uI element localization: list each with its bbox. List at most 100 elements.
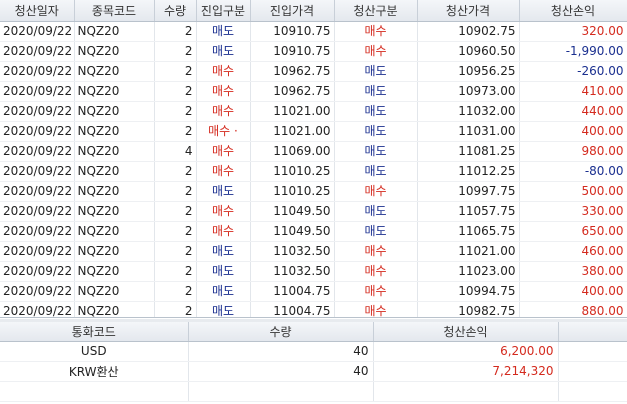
col-header-entry-price[interactable]: 진입가격 [250, 0, 335, 22]
close-date-cell: 2020/09/22 [0, 181, 75, 202]
entry-price-cell: 10910.75 [250, 41, 335, 62]
summary-quantity: 40 [188, 341, 374, 362]
entry-side-cell: 매수 [196, 161, 251, 182]
symbol-cell: NQZ20 [74, 121, 155, 142]
table-row[interactable]: 2020/09/22 NQZ20 2 매도 10910.75 매수 10902.75 320.… [0, 21, 627, 42]
summary-row[interactable]: KRW환산 40 7,214,320 [0, 361, 627, 382]
trade-history-table: 청산일자 종목코드 수량 진입구분 진입가격 청산구분 청산가격 청산손익 20… [0, 0, 627, 317]
entry-price-cell: 11010.25 [250, 161, 335, 182]
col-header-close-date[interactable]: 청산일자 [0, 0, 75, 22]
exit-side-cell: 매도 [334, 161, 418, 182]
pnl-cell: 410.00 [519, 81, 627, 102]
entry-price-cell: 11049.50 [250, 201, 335, 222]
exit-price-cell: 11021.00 [417, 241, 520, 262]
exit-price-cell: 10956.25 [417, 61, 520, 82]
table-row[interactable]: 2020/09/22 NQZ20 2 매수 11021.00 매도 11032.00 440.… [0, 101, 627, 122]
exit-price-cell: 11012.25 [417, 161, 520, 182]
pnl-cell: 380.00 [519, 261, 627, 282]
exit-side-cell: 매수 [334, 301, 418, 317]
exit-side-cell: 매도 [334, 81, 418, 102]
table-row[interactable]: 2020/09/22 NQZ20 2 매도 10910.75 매수 10960.50 -1,9… [0, 41, 627, 62]
pnl-cell: -260.00 [519, 61, 627, 82]
table-row[interactable]: 2020/09/22 NQZ20 2 매수 · 11021.00 매도 11031.00 40… [0, 121, 627, 142]
summary-row-empty [0, 381, 627, 402]
table-row[interactable]: 2020/09/22 NQZ20 4 매수 11069.00 매도 11081.25 980.… [0, 141, 627, 162]
quantity-cell: 2 [154, 41, 197, 62]
table-row[interactable]: 2020/09/22 NQZ20 2 매수 11010.25 매도 11012.25 -80.… [0, 161, 627, 182]
entry-side-cell: 매수 [196, 101, 251, 122]
symbol-cell: NQZ20 [74, 41, 155, 62]
symbol-cell: NQZ20 [74, 61, 155, 82]
col-header-exit-price[interactable]: 청산가격 [417, 0, 520, 22]
symbol-cell: NQZ20 [74, 21, 155, 42]
entry-side-cell: 매수 [196, 81, 251, 102]
pnl-cell: 460.00 [519, 241, 627, 262]
entry-price-cell: 11010.25 [250, 181, 335, 202]
col-header-symbol[interactable]: 종목코드 [74, 0, 155, 22]
close-date-cell: 2020/09/22 [0, 241, 75, 262]
table-row[interactable]: 2020/09/22 NQZ20 2 매수 11049.50 매도 11065.75 650.… [0, 221, 627, 242]
close-date-cell: 2020/09/22 [0, 101, 75, 122]
quantity-cell: 4 [154, 141, 197, 162]
close-date-cell: 2020/09/22 [0, 21, 75, 42]
entry-price-cell: 11021.00 [250, 121, 335, 142]
exit-side-cell: 매도 [334, 121, 418, 142]
entry-side-cell: 매수 [196, 141, 251, 162]
exit-price-cell: 11032.00 [417, 101, 520, 122]
table-row[interactable]: 2020/09/22 NQZ20 2 매수 10962.75 매도 10956.25 -260… [0, 61, 627, 82]
summary-spacer [558, 361, 627, 382]
sum-header-currency[interactable]: 통화코드 [0, 322, 189, 342]
exit-price-cell: 10960.50 [417, 41, 520, 62]
exit-price-cell: 11057.75 [417, 201, 520, 222]
entry-price-cell: 11032.50 [250, 241, 335, 262]
sum-header-quantity[interactable]: 수량 [188, 322, 374, 342]
exit-side-cell: 매도 [334, 221, 418, 242]
quantity-cell: 2 [154, 161, 197, 182]
col-header-exit-side[interactable]: 청산구분 [334, 0, 418, 22]
summary-pnl: 7,214,320 [373, 361, 559, 382]
exit-side-cell: 매수 [334, 181, 418, 202]
pnl-cell: 400.00 [519, 121, 627, 142]
entry-side-cell: 매수 · [196, 121, 251, 142]
summary-row[interactable]: USD 40 6,200.00 [0, 341, 627, 362]
col-header-entry-side[interactable]: 진입구분 [196, 0, 251, 22]
quantity-cell: 2 [154, 201, 197, 222]
exit-side-cell: 매도 [334, 61, 418, 82]
table-row[interactable]: 2020/09/22 NQZ20 2 매도 11010.25 매수 10997.75 500.… [0, 181, 627, 202]
summary-currency: KRW환산 [0, 361, 189, 382]
trade-history-grid[interactable]: 청산일자 종목코드 수량 진입구분 진입가격 청산구분 청산가격 청산손익 20… [0, 0, 627, 318]
entry-price-cell: 11049.50 [250, 221, 335, 242]
table-row[interactable]: 2020/09/22 NQZ20 2 매도 11032.50 매수 11023.00 380.… [0, 261, 627, 282]
summary-quantity: 40 [188, 361, 374, 382]
quantity-cell: 2 [154, 101, 197, 122]
exit-side-cell: 매도 [334, 141, 418, 162]
table-row[interactable]: 2020/09/22 NQZ20 2 매수 10962.75 매도 10973.00 410.… [0, 81, 627, 102]
symbol-cell: NQZ20 [74, 201, 155, 222]
exit-side-cell: 매수 [334, 261, 418, 282]
exit-side-cell: 매수 [334, 41, 418, 62]
exit-side-cell: 매수 [334, 241, 418, 262]
symbol-cell: NQZ20 [74, 241, 155, 262]
close-date-cell: 2020/09/22 [0, 81, 75, 102]
table-row[interactable]: 2020/09/22 NQZ20 2 매수 11049.50 매도 11057.75 330.… [0, 201, 627, 222]
quantity-cell: 2 [154, 221, 197, 242]
quantity-cell: 2 [154, 61, 197, 82]
table-row[interactable]: 2020/09/22 NQZ20 2 매도 11004.75 매수 10982.75 880.… [0, 301, 627, 317]
col-header-pnl[interactable]: 청산손익 [519, 0, 627, 22]
summary-panel: 통화코드 수량 청산손익 USD 40 6,200.00 KRW환산 40 7,… [0, 319, 627, 404]
symbol-cell: NQZ20 [74, 161, 155, 182]
quantity-cell: 2 [154, 81, 197, 102]
table-row[interactable]: 2020/09/22 NQZ20 2 매도 11004.75 매수 10994.75 400.… [0, 281, 627, 302]
pnl-cell: 320.00 [519, 21, 627, 42]
symbol-cell: NQZ20 [74, 281, 155, 302]
entry-side-cell: 매수 [196, 221, 251, 242]
quantity-cell: 2 [154, 181, 197, 202]
symbol-cell: NQZ20 [74, 221, 155, 242]
sum-header-pnl[interactable]: 청산손익 [373, 322, 559, 342]
exit-price-cell: 10997.75 [417, 181, 520, 202]
summary-header-row: 통화코드 수량 청산손익 [0, 322, 627, 342]
table-row[interactable]: 2020/09/22 NQZ20 2 매도 11032.50 매수 11021.00 460.… [0, 241, 627, 262]
col-header-quantity[interactable]: 수량 [154, 0, 197, 22]
exit-side-cell: 매도 [334, 101, 418, 122]
quantity-cell: 2 [154, 241, 197, 262]
